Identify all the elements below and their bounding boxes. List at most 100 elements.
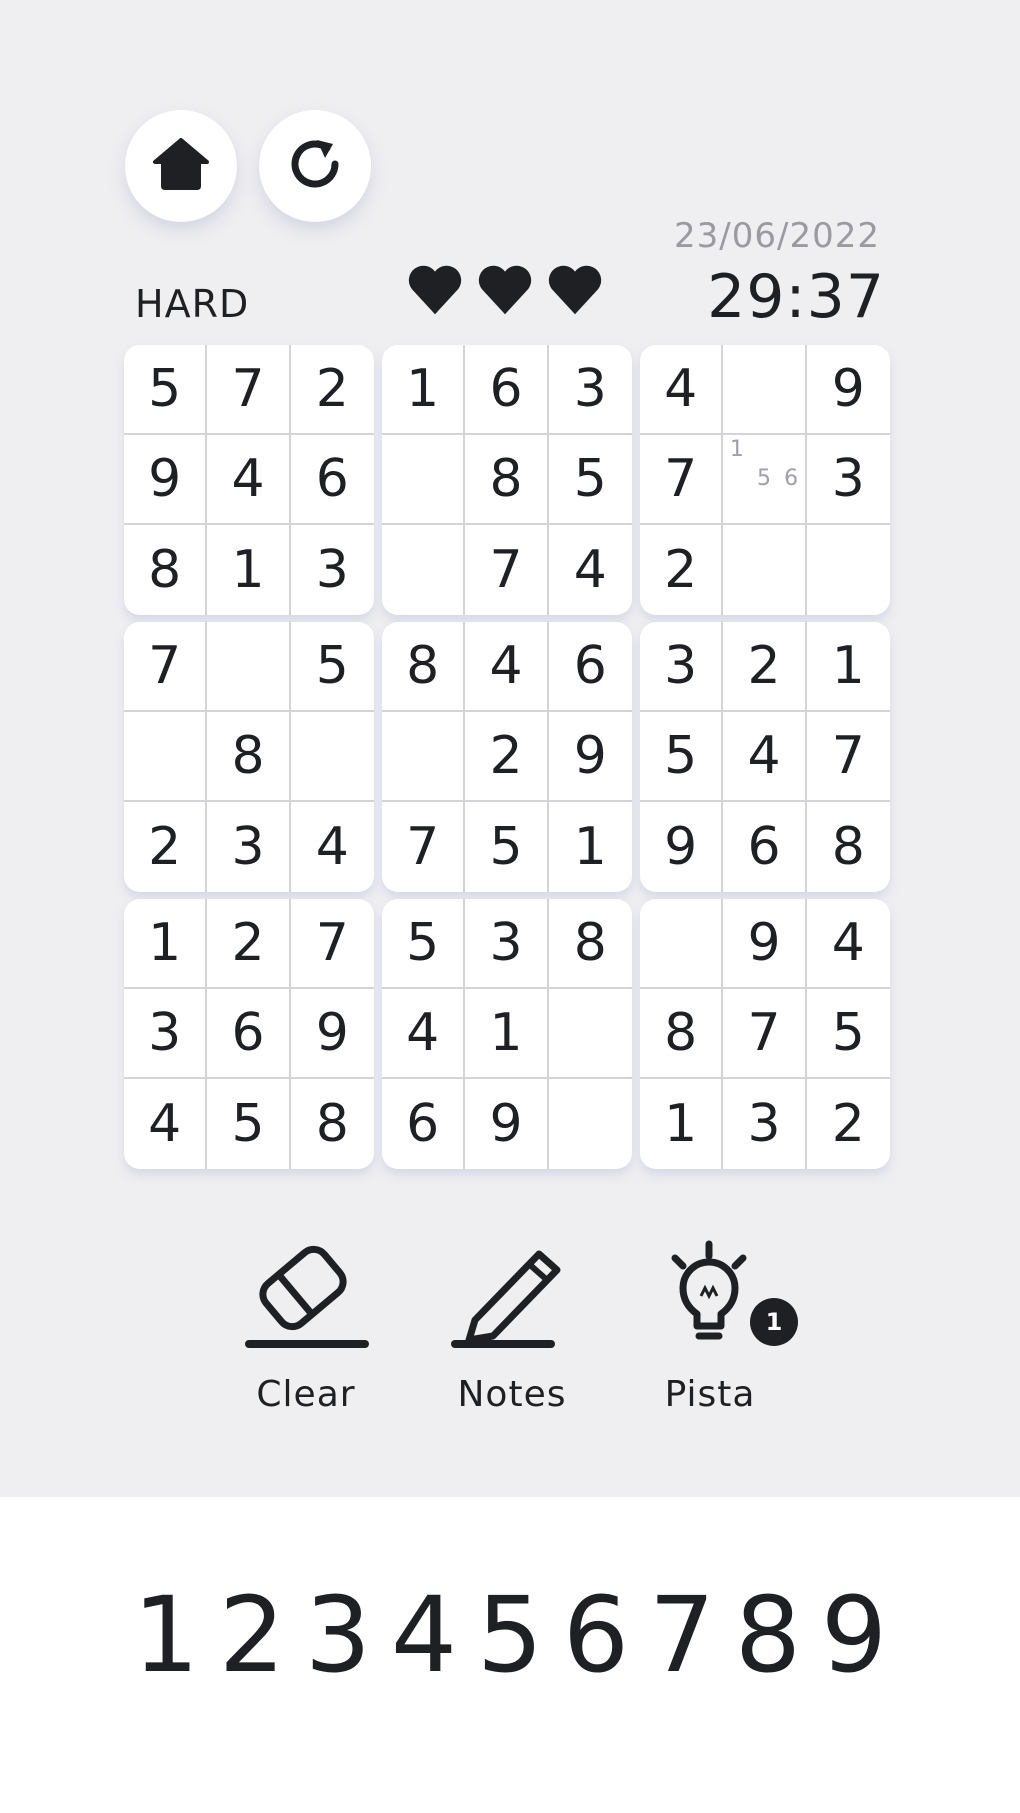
number-key-6[interactable]: 6 xyxy=(556,1575,636,1695)
sudoku-cell[interactable]: 6 xyxy=(207,989,291,1079)
sudoku-cell[interactable]: 5 xyxy=(465,802,549,892)
sudoku-cell[interactable]: 3 xyxy=(124,989,208,1079)
sudoku-cell[interactable]: 4 xyxy=(207,435,291,525)
sudoku-cell[interactable]: 3 xyxy=(640,622,724,712)
sudoku-cell[interactable]: 1 xyxy=(640,1079,724,1169)
sudoku-cell[interactable]: 7 xyxy=(465,525,549,615)
sudoku-cell[interactable]: 5 xyxy=(806,989,890,1079)
sudoku-cell[interactable]: 4 xyxy=(465,622,549,712)
sudoku-cell[interactable] xyxy=(548,989,632,1079)
notes-button[interactable]: Notes xyxy=(442,1240,582,1415)
number-key-7[interactable]: 7 xyxy=(642,1575,722,1695)
sudoku-cell[interactable]: 5 xyxy=(290,622,374,712)
sudoku-cell[interactable]: 3 xyxy=(465,899,549,989)
sudoku-cell[interactable]: 8 xyxy=(207,712,291,802)
sudoku-cell[interactable]: 1 xyxy=(124,899,208,989)
sudoku-cell[interactable]: 8 xyxy=(382,622,466,712)
sudoku-cell[interactable]: 1 xyxy=(806,622,890,712)
sudoku-cell[interactable]: 9 xyxy=(548,712,632,802)
note-digit xyxy=(723,494,750,523)
number-key-5[interactable]: 5 xyxy=(470,1575,550,1695)
sudoku-cell[interactable]: 7 xyxy=(640,435,724,525)
sudoku-cell[interactable]: 3 xyxy=(806,435,890,525)
sudoku-cell[interactable]: 3 xyxy=(723,1079,807,1169)
sudoku-cell[interactable]: 6 xyxy=(382,1079,466,1169)
sudoku-cell[interactable]: 1 xyxy=(207,525,291,615)
sudoku-cell[interactable]: 9 xyxy=(124,435,208,525)
cell-notes: 156 xyxy=(723,435,804,523)
sudoku-cell[interactable]: 2 xyxy=(207,899,291,989)
sudoku-cell[interactable] xyxy=(723,525,807,615)
sudoku-cell[interactable]: 3 xyxy=(548,345,632,435)
sudoku-cell[interactable] xyxy=(807,525,890,615)
sudoku-cell[interactable]: 8 xyxy=(640,989,724,1079)
sudoku-cell[interactable]: 9 xyxy=(465,1079,549,1169)
sudoku-cell[interactable]: 6 xyxy=(723,802,807,892)
sudoku-cell[interactable]: 3 xyxy=(291,525,374,615)
sudoku-cell[interactable]: 7 xyxy=(290,899,374,989)
sudoku-cell[interactable]: 7 xyxy=(124,622,208,712)
sudoku-cell[interactable] xyxy=(290,712,374,802)
sudoku-cell[interactable]: 2 xyxy=(124,802,208,892)
sudoku-cell[interactable]: 7 xyxy=(382,802,466,892)
sudoku-cell[interactable] xyxy=(723,345,807,435)
sudoku-cell[interactable] xyxy=(124,712,208,802)
sudoku-cell[interactable] xyxy=(382,435,466,525)
sudoku-cell[interactable]: 9 xyxy=(806,345,890,435)
sudoku-cell[interactable]: 7 xyxy=(806,712,890,802)
cell-value: 7 xyxy=(831,726,865,786)
sudoku-cell[interactable]: 5 xyxy=(382,899,466,989)
sudoku-cell[interactable]: 8 xyxy=(807,802,890,892)
sudoku-cell[interactable]: 6 xyxy=(290,435,374,525)
sudoku-cell[interactable]: 4 xyxy=(382,989,466,1079)
sudoku-cell[interactable] xyxy=(382,712,466,802)
sudoku-cell[interactable] xyxy=(382,525,466,615)
sudoku-cell[interactable]: 5 xyxy=(207,1079,291,1169)
sudoku-cell[interactable]: 4 xyxy=(723,712,807,802)
sudoku-cell[interactable]: 2 xyxy=(465,712,549,802)
hint-button[interactable]: 1 Pista xyxy=(640,1240,798,1415)
sudoku-cell[interactable]: 1 xyxy=(465,989,549,1079)
number-key-4[interactable]: 4 xyxy=(384,1575,464,1695)
restart-button[interactable] xyxy=(259,110,371,222)
home-button[interactable] xyxy=(125,110,237,222)
number-key-1[interactable]: 1 xyxy=(126,1575,206,1695)
sudoku-cell[interactable]: 5 xyxy=(548,435,632,525)
sudoku-cell[interactable]: 4 xyxy=(806,899,890,989)
sudoku-cell[interactable]: 2 xyxy=(807,1079,890,1169)
sudoku-cell[interactable] xyxy=(549,1079,632,1169)
cell-value: 5 xyxy=(831,1003,865,1063)
cell-value: 2 xyxy=(831,1094,865,1154)
sudoku-cell[interactable]: 7 xyxy=(723,989,807,1079)
sudoku-cell[interactable]: 5 xyxy=(640,712,724,802)
sudoku-cell[interactable]: 7 xyxy=(207,345,291,435)
sudoku-cell[interactable]: 9 xyxy=(290,989,374,1079)
sudoku-cell[interactable]: 6 xyxy=(465,345,549,435)
sudoku-cell[interactable]: 9 xyxy=(723,899,807,989)
sudoku-cell[interactable] xyxy=(640,899,724,989)
sudoku-cell[interactable]: 8 xyxy=(291,1079,374,1169)
sudoku-cell[interactable]: 1 xyxy=(382,345,466,435)
sudoku-cell[interactable]: 9 xyxy=(640,802,724,892)
sudoku-cell[interactable]: 8 xyxy=(548,899,632,989)
sudoku-cell[interactable]: 4 xyxy=(640,345,724,435)
sudoku-cell[interactable]: 156 xyxy=(723,435,807,525)
number-key-8[interactable]: 8 xyxy=(728,1575,808,1695)
number-key-9[interactable]: 9 xyxy=(814,1575,894,1695)
sudoku-cell[interactable]: 2 xyxy=(640,525,724,615)
sudoku-cell[interactable]: 1 xyxy=(549,802,632,892)
sudoku-cell[interactable]: 4 xyxy=(124,1079,208,1169)
clear-button[interactable]: Clear xyxy=(236,1240,376,1415)
sudoku-cell[interactable]: 3 xyxy=(207,802,291,892)
sudoku-cell[interactable]: 5 xyxy=(124,345,208,435)
sudoku-cell[interactable]: 4 xyxy=(549,525,632,615)
sudoku-cell[interactable]: 6 xyxy=(548,622,632,712)
sudoku-cell[interactable]: 2 xyxy=(723,622,807,712)
sudoku-cell[interactable] xyxy=(207,622,291,712)
sudoku-cell[interactable]: 8 xyxy=(465,435,549,525)
sudoku-cell[interactable]: 8 xyxy=(124,525,208,615)
number-key-3[interactable]: 3 xyxy=(298,1575,378,1695)
sudoku-cell[interactable]: 2 xyxy=(290,345,374,435)
number-key-2[interactable]: 2 xyxy=(212,1575,292,1695)
sudoku-cell[interactable]: 4 xyxy=(291,802,374,892)
